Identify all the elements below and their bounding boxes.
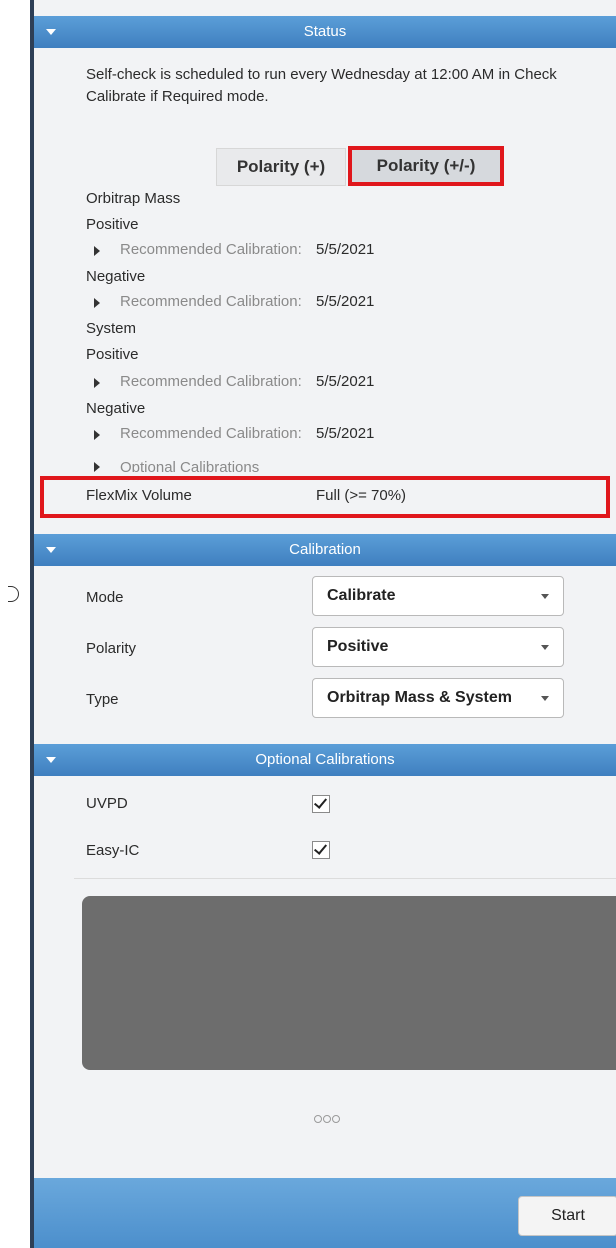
recommended-calibration-label: Recommended Calibration: (120, 241, 302, 258)
calibration-header[interactable]: Calibration (34, 534, 616, 566)
optional-calibrations-header-label: Optional Calibrations (255, 751, 395, 768)
dropdown-caret-icon[interactable] (541, 594, 549, 599)
polarity-plusminus-tab[interactable]: Polarity (+/-) (348, 146, 504, 186)
collapse-triangle-icon[interactable] (46, 757, 56, 763)
page-dot-icon[interactable] (323, 1115, 331, 1123)
expand-arrow-icon[interactable] (94, 378, 100, 388)
mode-select[interactable]: Calibrate (312, 576, 564, 616)
positive-label-2: Positive (86, 346, 139, 363)
recommended-calibration-date: 5/5/2021 (316, 293, 375, 310)
polarity-select[interactable]: Positive (312, 627, 564, 667)
dropdown-caret-icon[interactable] (541, 696, 549, 701)
polarity-label: Polarity (86, 640, 137, 657)
recommended-calibration-label: Recommended Calibration: (120, 373, 302, 390)
expand-arrow-icon[interactable] (94, 430, 100, 440)
easyic-checkbox[interactable] (312, 841, 330, 859)
section-divider (74, 878, 616, 879)
expand-arrow-icon[interactable] (94, 462, 100, 472)
uvpd-checkbox[interactable] (312, 795, 330, 813)
image-preview-area (82, 896, 616, 1070)
negative-label-2: Negative (86, 400, 146, 417)
schedule-message-line2: Calibrate if Required mode. (86, 88, 269, 105)
calibration-header-label: Calibration (289, 541, 361, 558)
left-edge-glyph (8, 586, 19, 602)
pagination-dots[interactable] (314, 1110, 341, 1128)
recommended-calibration-date: 5/5/2021 (316, 373, 375, 390)
type-select[interactable]: Orbitrap Mass & System (312, 678, 564, 718)
expand-arrow-icon[interactable] (94, 246, 100, 256)
start-button[interactable]: Start (518, 1196, 616, 1236)
recommended-calibration-label: Recommended Calibration: (120, 425, 302, 442)
recommended-calibration-date: 5/5/2021 (316, 425, 375, 442)
page-dot-icon[interactable] (314, 1115, 322, 1123)
mode-label: Mode (86, 589, 124, 606)
type-label: Type (86, 691, 119, 708)
optional-calibrations-header[interactable]: Optional Calibrations (34, 744, 616, 776)
recommended-calibration-label: Recommended Calibration: (120, 293, 302, 310)
uvpd-label: UVPD (86, 795, 128, 812)
positive-label-1: Positive (86, 216, 139, 233)
negative-label-1: Negative (86, 268, 146, 285)
schedule-message-line1: Self-check is scheduled to run every Wed… (86, 66, 557, 83)
polarity-plus-tab[interactable]: Polarity (+) (216, 148, 346, 186)
system-label: System (86, 320, 137, 337)
flexmix-volume-label: FlexMix Volume (86, 487, 192, 504)
recommended-calibration-date: 5/5/2021 (316, 241, 375, 258)
collapse-triangle-icon[interactable] (46, 547, 56, 553)
flexmix-volume-value: Full (>= 70%) (316, 487, 407, 504)
orbitrap-mass-label: Orbitrap Mass (86, 190, 181, 207)
page-dot-icon[interactable] (332, 1115, 340, 1123)
mode-select-value: Calibrate (327, 587, 396, 604)
calibration-panel: Status Self-check is scheduled to run ev… (34, 0, 616, 1248)
collapse-triangle-icon[interactable] (46, 29, 56, 35)
expand-arrow-icon[interactable] (94, 298, 100, 308)
optional-calibrations-link[interactable]: Optional Calibrations (120, 456, 259, 472)
checkmark-icon (313, 841, 328, 855)
status-header-label: Status (303, 23, 347, 40)
type-select-value: Orbitrap Mass & System (327, 689, 512, 706)
status-header[interactable]: Status (34, 16, 616, 48)
polarity-select-value: Positive (327, 638, 389, 655)
dropdown-caret-icon[interactable] (541, 645, 549, 650)
easyic-label: Easy-IC (86, 842, 140, 859)
checkmark-icon (313, 795, 328, 809)
